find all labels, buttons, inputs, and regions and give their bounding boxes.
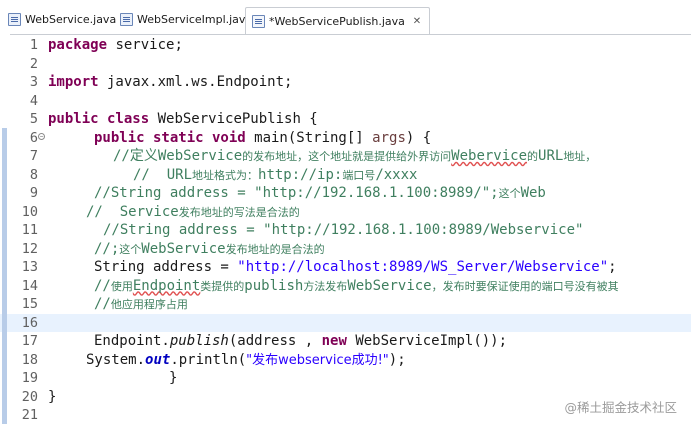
code-editor[interactable]: 1 2 3 4 5 6 7 8 9 10 11 12 13 14 15 16 1…: [0, 34, 691, 430]
code-line-14: //使用Endpoint类提供的publish方法发布WebService，发布…: [94, 277, 619, 294]
tab-webserviceimpl-java[interactable]: WebServiceImpl.java: [120, 9, 252, 29]
code-line-7: //定义WebService的发布地址，这个地址就是提供给外界访问Webervi…: [113, 148, 597, 164]
tab-webservice-java[interactable]: WebService.java: [8, 9, 116, 29]
line-number: 20: [21, 388, 38, 405]
code-line-1: package service;: [48, 37, 183, 53]
line-number: 16: [21, 314, 38, 331]
line-number: 17: [21, 333, 38, 349]
java-file-icon: [8, 12, 21, 26]
java-file-icon: [120, 12, 133, 26]
line-number: 14: [21, 277, 38, 294]
tab-label: WebServiceImpl.java: [137, 12, 253, 26]
line-number: 2: [29, 55, 38, 72]
line-number: 15: [21, 296, 38, 312]
current-line-highlight: [0, 313, 691, 332]
line-number: 5: [29, 111, 38, 127]
code-line-8: // URL地址格式为：http://ip:端口号/xxxx: [133, 166, 418, 183]
code-line-3: import javax.xml.ws.Endpoint;: [48, 74, 293, 90]
tab-webservicepublish-java[interactable]: *WebServicePublish.java ✕: [245, 7, 430, 34]
fold-toggle-icon[interactable]: −: [38, 133, 45, 140]
line-number: 7: [29, 148, 38, 164]
change-marker-bar: [2, 128, 7, 424]
line-number: 1: [29, 37, 38, 53]
code-line-13: String address = "http://localhost:8989/…: [94, 259, 617, 275]
watermark: @稀土掘金技术社区: [564, 400, 677, 415]
line-number: 10: [21, 203, 38, 220]
code-line-10: // Service发布地址的写法是合法的: [86, 203, 300, 220]
line-number: 4: [29, 92, 38, 109]
code-line-20: }: [48, 388, 57, 405]
java-file-icon: [252, 14, 265, 28]
line-number: 8: [29, 166, 38, 183]
line-number: 11: [21, 222, 38, 238]
close-tab-icon[interactable]: ✕: [411, 16, 423, 27]
line-number: 6: [29, 129, 38, 146]
tab-label: *WebServicePublish.java: [269, 14, 405, 28]
code-line-18: System.out.println("发布webservice成功!");: [86, 351, 406, 368]
code-line-6: public static void main(String[] args) {: [94, 129, 432, 146]
line-number: 18: [21, 351, 38, 368]
line-number: 3: [29, 74, 38, 90]
editor-tab-bar: WebService.java WebServiceImpl.java *Web…: [0, 0, 691, 35]
code-line-12: //;这个WebService发布地址的是合法的: [94, 240, 325, 257]
code-line-17: Endpoint.publish(address , new WebServic…: [94, 333, 508, 349]
tab-label: WebService.java: [25, 12, 117, 26]
code-line-15: //他应用程序占用: [94, 296, 188, 312]
line-number: 21: [21, 407, 38, 423]
code-line-5: public class WebServicePublish {: [48, 111, 318, 127]
line-number: 12: [21, 240, 38, 257]
line-number: 9: [29, 185, 38, 201]
line-number: 19: [21, 370, 38, 386]
line-number: 13: [21, 259, 38, 275]
code-line-11: //String address = "http://192.168.1.100…: [103, 222, 584, 238]
code-line-19: }: [169, 370, 178, 386]
code-line-9: //String address = "http://192.168.1.100…: [94, 185, 546, 201]
